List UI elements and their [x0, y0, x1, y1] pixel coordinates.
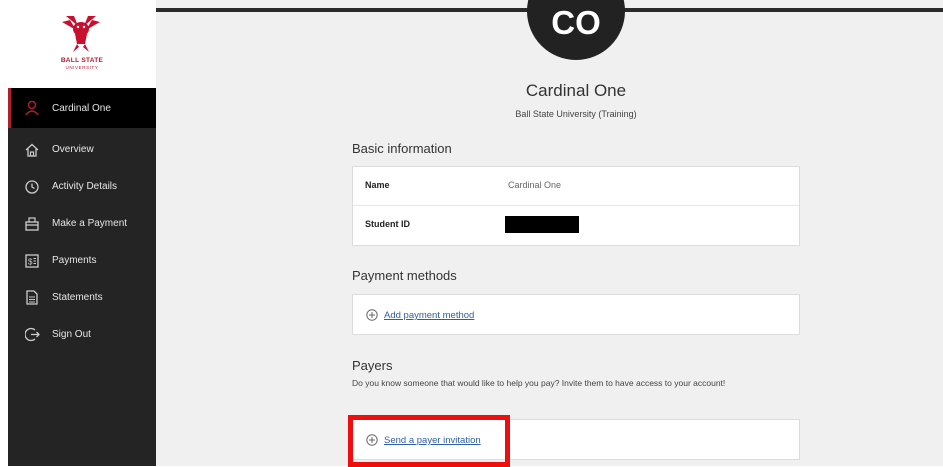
basic-info-title: Basic information	[352, 141, 452, 156]
payers-description: Do you know someone that would like to h…	[352, 378, 726, 388]
plus-circle-icon	[366, 309, 378, 321]
name-value: Cardinal One	[508, 180, 562, 190]
main-content: CO Cardinal One Ball State University (T…	[156, 0, 943, 466]
payment-methods-title: Payment methods	[352, 268, 457, 283]
info-row-student-id: Student ID	[353, 206, 799, 245]
sidebar-item-label: Overview	[52, 144, 94, 155]
info-row-name: Name Cardinal One	[353, 167, 799, 206]
sidebar-item-label: Payments	[52, 255, 97, 266]
payment-methods-card: Add payment method	[352, 294, 800, 335]
cardinal-logo-icon	[62, 16, 100, 52]
sidebar-item-sign-out[interactable]: Sign Out	[8, 316, 156, 353]
document-icon	[22, 288, 42, 308]
avatar-initials: CO	[551, 4, 601, 41]
add-payment-method-link[interactable]: Add payment method	[384, 310, 474, 321]
name-label: Name	[365, 180, 390, 190]
home-icon	[22, 140, 42, 160]
left-margin	[0, 0, 8, 466]
logo-text-secondary: UNIVERSITY	[65, 65, 99, 70]
signout-icon	[22, 325, 42, 345]
sidebar-item-make-a-payment[interactable]: Make a Payment	[8, 205, 156, 242]
sidebar-item-label: Make a Payment	[52, 218, 128, 229]
sidebar-item-label: Statements	[52, 292, 103, 303]
payment-icon	[22, 214, 42, 234]
sidebar-item-overview[interactable]: Overview	[8, 131, 156, 168]
sidebar-item-label: Sign Out	[52, 329, 91, 340]
clock-icon	[22, 177, 42, 197]
user-icon	[22, 98, 42, 118]
basic-info-card: Name Cardinal One Student ID	[352, 166, 800, 246]
highlight-box	[348, 415, 510, 467]
dollar-icon: $	[22, 251, 42, 271]
svg-text:$: $	[28, 257, 33, 266]
sidebar-item-activity-details[interactable]: Activity Details	[8, 168, 156, 205]
sidebar-nav: Cardinal One Overview Activity Details M…	[8, 88, 156, 353]
sidebar-item-label: Cardinal One	[52, 102, 111, 114]
profile-institution: Ball State University (Training)	[515, 109, 637, 119]
payers-title: Payers	[352, 358, 393, 373]
logo-text-primary: BALL STATE	[60, 57, 104, 64]
student-id-label: Student ID	[365, 219, 410, 229]
student-id-redacted	[505, 216, 579, 233]
avatar: CO	[527, 0, 625, 60]
sidebar-item-cardinal-one[interactable]: Cardinal One	[8, 88, 156, 128]
sidebar: BALL STATE UNIVERSITY Cardinal One Overv…	[8, 0, 156, 466]
sidebar-item-statements[interactable]: Statements	[8, 279, 156, 316]
university-logo[interactable]: BALL STATE UNIVERSITY	[8, 0, 156, 88]
sidebar-item-payments[interactable]: $ Payments	[8, 242, 156, 279]
sidebar-item-label: Activity Details	[52, 181, 118, 192]
profile-name: Cardinal One	[525, 81, 627, 100]
